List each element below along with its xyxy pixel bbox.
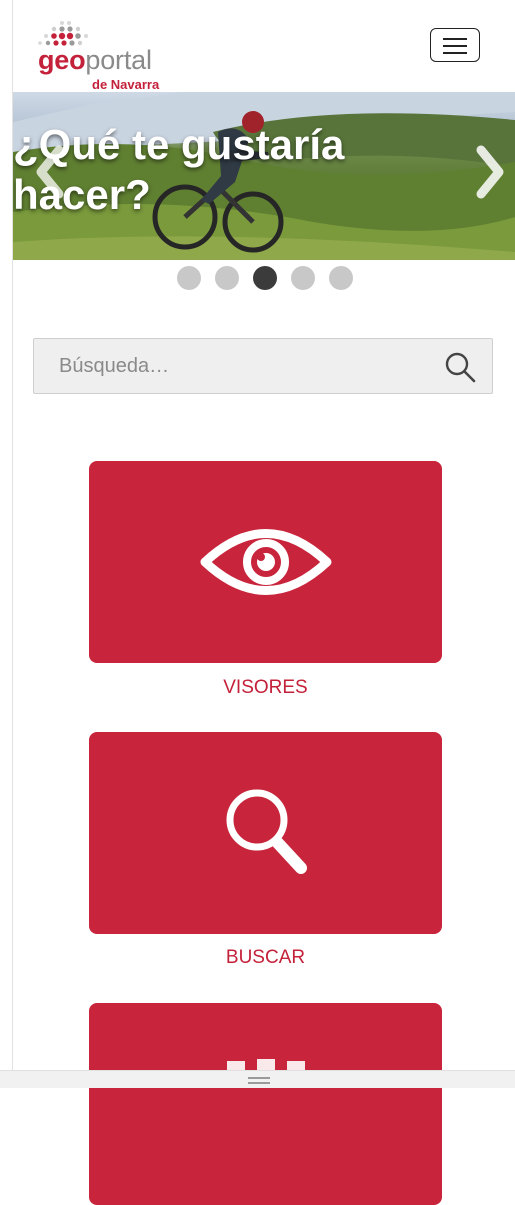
third-tile[interactable] bbox=[89, 1003, 442, 1205]
hero-carousel[interactable]: ¿Qué te gustaría hacer? bbox=[13, 92, 515, 260]
logo-portal-text: portal bbox=[85, 45, 152, 75]
visores-tile[interactable] bbox=[89, 461, 442, 663]
magnifier-icon bbox=[226, 789, 307, 874]
chevron-right-icon[interactable] bbox=[471, 142, 509, 202]
logo-geo-text: geo bbox=[38, 45, 86, 75]
carousel-indicator-3[interactable] bbox=[253, 266, 277, 290]
search-box bbox=[33, 338, 493, 394]
buscar-label[interactable]: BUSCAR bbox=[89, 947, 442, 969]
buscar-tile[interactable] bbox=[89, 732, 442, 934]
search-icon[interactable] bbox=[444, 351, 476, 383]
chevron-left-icon[interactable] bbox=[31, 142, 69, 202]
visores-label[interactable]: VISORES bbox=[89, 677, 442, 699]
logo-wordmark: geoportal bbox=[38, 47, 152, 74]
hamburger-icon bbox=[443, 38, 467, 40]
logo-subtitle: de Navarra bbox=[92, 77, 160, 92]
search-input[interactable] bbox=[34, 339, 434, 393]
carousel-indicator-5[interactable] bbox=[329, 266, 353, 290]
menu-toggle-button[interactable] bbox=[430, 28, 480, 62]
geoportal-logo[interactable]: geoportal de Navarra bbox=[36, 20, 186, 92]
eye-icon bbox=[200, 529, 332, 595]
carousel-indicator-4[interactable] bbox=[291, 266, 315, 290]
carousel-indicator-2[interactable] bbox=[215, 266, 239, 290]
carousel-indicator-1[interactable] bbox=[177, 266, 201, 290]
drag-handle-icon bbox=[248, 1077, 270, 1079]
bottom-drawer-handle[interactable] bbox=[0, 1070, 515, 1088]
